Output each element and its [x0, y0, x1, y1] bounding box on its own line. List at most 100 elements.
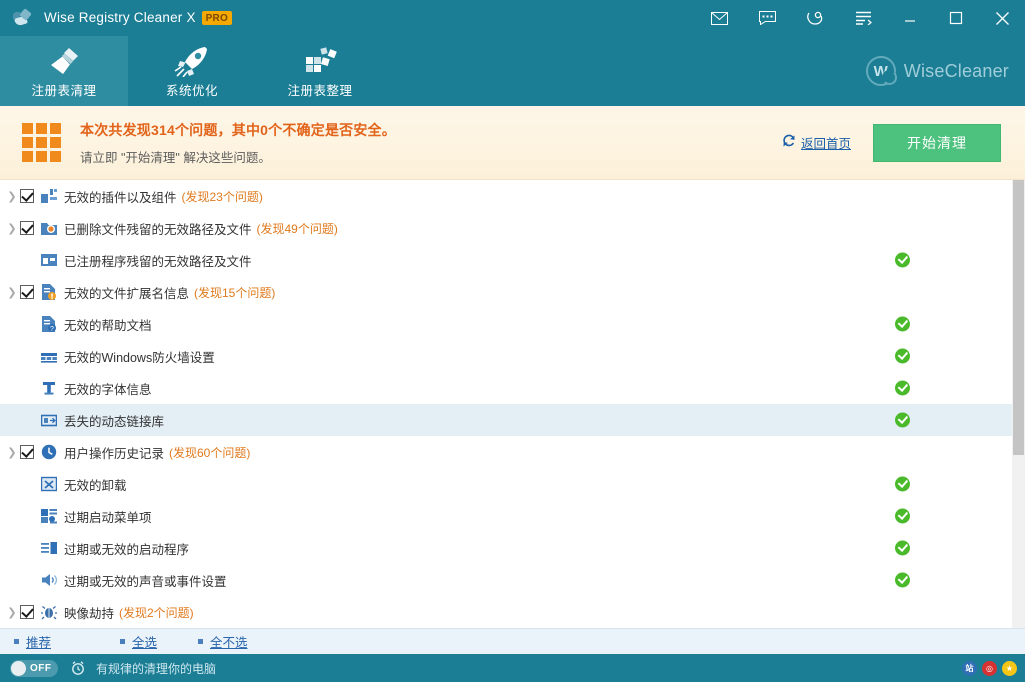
- row-issue-count: (发现23个问题): [182, 188, 263, 205]
- wisecleaner-name: WiseCleaner: [904, 61, 1009, 82]
- chevron-right-icon[interactable]: ❯: [4, 606, 20, 619]
- issue-row[interactable]: ❯无效的插件以及组件(发现23个问题): [0, 180, 1012, 212]
- font-icon: [41, 380, 57, 396]
- banner-subtitle: 请立即 "开始清理" 解决这些问题。: [80, 147, 396, 166]
- tray-icon-star[interactable]: ★: [1002, 661, 1017, 676]
- history-clock-icon: [41, 444, 57, 460]
- tab-registry-cleaner[interactable]: 注册表清理: [0, 36, 128, 106]
- issue-row[interactable]: ❯ 已删除文件残留的无效路径及文件 (发现49个问题): [0, 212, 1012, 244]
- row-checkbox[interactable]: [20, 285, 34, 299]
- issue-row[interactable]: ❯过期或无效的声音或事件设置: [0, 564, 1012, 596]
- back-to-home-link[interactable]: 返回首页: [782, 133, 851, 152]
- startup-icon: [41, 540, 57, 556]
- chevron-placeholder: ❯: [4, 350, 20, 363]
- chevron-placeholder: ❯: [4, 382, 20, 395]
- deleted-file-icon: [41, 220, 57, 236]
- support-icon[interactable]: [791, 0, 839, 36]
- row-checkbox[interactable]: [20, 221, 34, 235]
- titlebar-actions: [695, 0, 1025, 36]
- plugin-icon: [41, 188, 57, 204]
- chevron-right-icon[interactable]: ❯: [4, 222, 20, 235]
- app-logo-icon: [12, 8, 32, 28]
- mail-icon[interactable]: [695, 0, 743, 36]
- start-clean-button[interactable]: 开始清理: [873, 124, 1001, 162]
- issue-row[interactable]: ❯ 已注册程序残留的无效路径及文件: [0, 244, 1012, 276]
- list-scrollbar[interactable]: [1012, 180, 1025, 628]
- application-window: Wise Registry Cleaner XPRO: [0, 0, 1025, 682]
- title-bar: Wise Registry Cleaner XPRO: [0, 0, 1025, 36]
- tab-label: 注册表清理: [31, 80, 96, 99]
- row-label: 无效的帮助文档: [64, 315, 152, 334]
- row-label: 已删除文件残留的无效路径及文件: [64, 219, 252, 238]
- dll-icon: [41, 412, 57, 428]
- row-checkbox[interactable]: [20, 445, 34, 459]
- menu-icon[interactable]: [839, 0, 887, 36]
- blocks-icon: [301, 43, 339, 77]
- sound-icon: [41, 572, 57, 588]
- wisecleaner-mark-icon: W: [866, 56, 896, 86]
- help-doc-icon: ?: [41, 316, 57, 332]
- scrollbar-thumb[interactable]: [1013, 180, 1024, 455]
- firewall-icon: [41, 348, 57, 364]
- chevron-placeholder: ❯: [4, 318, 20, 331]
- scan-result-banner: 本次共发现314个问题，其中0个不确定是否安全。 请立即 "开始清理" 解决这些…: [0, 106, 1025, 180]
- issue-row[interactable]: ❯? 无效的帮助文档: [0, 308, 1012, 340]
- issue-row[interactable]: ❯过期启动菜单项: [0, 500, 1012, 532]
- row-issue-count: (发现15个问题): [194, 284, 275, 301]
- issue-row[interactable]: ❯过期或无效的启动程序: [0, 532, 1012, 564]
- chevron-right-icon[interactable]: ❯: [4, 286, 20, 299]
- tab-system-optimize[interactable]: 系统优化: [128, 36, 256, 106]
- tab-bar: 注册表清理 系统优化: [0, 36, 1025, 106]
- issue-row[interactable]: ❯用户操作历史记录(发现60个问题): [0, 436, 1012, 468]
- issue-row[interactable]: ❯ 映像劫持 (发现2个问题): [0, 596, 1012, 628]
- bullet-icon: [14, 639, 19, 644]
- issues-list: ❯无效的插件以及组件(发现23个问题)❯已删除文件残留的无效路径及文件(发现49…: [0, 180, 1012, 628]
- issue-row[interactable]: ❯ 无效的文件扩展名信息 (发现15个问题): [0, 276, 1012, 308]
- minimize-button[interactable]: [887, 0, 933, 36]
- row-status-check-icon: [895, 509, 910, 524]
- banner-actions: 返回首页 开始清理: [782, 124, 1009, 162]
- orange-grid-icon: [22, 123, 62, 163]
- selection-links-bar: 推荐 全选 全不选: [0, 628, 1025, 654]
- row-label: 已注册程序残留的无效路径及文件: [64, 251, 252, 270]
- chevron-placeholder: ❯: [4, 542, 20, 555]
- chevron-right-icon[interactable]: ❯: [4, 446, 20, 459]
- issue-row[interactable]: ❯无效的Windows防火墙设置: [0, 340, 1012, 372]
- app-title: Wise Registry Cleaner XPRO: [44, 10, 232, 26]
- maximize-button[interactable]: [933, 0, 979, 36]
- schedule-toggle[interactable]: OFF: [10, 660, 58, 677]
- rocket-icon: [173, 43, 211, 77]
- tab-registry-defrag[interactable]: 注册表整理: [256, 36, 384, 106]
- banner-title: 本次共发现314个问题，其中0个不确定是否安全。: [80, 120, 396, 140]
- issue-row[interactable]: ❯ 无效的字体信息: [0, 372, 1012, 404]
- row-issue-count: (发现60个问题): [169, 444, 250, 461]
- banner-text: 本次共发现314个问题，其中0个不确定是否安全。 请立即 "开始清理" 解决这些…: [80, 120, 396, 166]
- row-checkbox[interactable]: [20, 605, 34, 619]
- row-label: 过期启动菜单项: [64, 507, 152, 526]
- tray-icon-blue[interactable]: 站: [962, 661, 977, 676]
- row-label: 映像劫持: [64, 603, 114, 622]
- chevron-right-icon[interactable]: ❯: [4, 190, 20, 203]
- row-issue-count: (发现2个问题): [119, 604, 194, 621]
- refresh-icon: [782, 134, 796, 151]
- tray-icon-red[interactable]: ◎: [982, 661, 997, 676]
- link-select-all[interactable]: 全选: [120, 632, 198, 651]
- issue-row[interactable]: ❯无效的卸载: [0, 468, 1012, 500]
- row-status-check-icon: [895, 349, 910, 364]
- status-bar: OFF 有规律的清理你的电脑 站 ◎ ★: [0, 654, 1025, 682]
- feedback-icon[interactable]: [743, 0, 791, 36]
- issue-row[interactable]: ❯丢失的动态链接库: [0, 404, 1012, 436]
- close-button[interactable]: [979, 0, 1025, 36]
- alarm-clock-icon[interactable]: [70, 660, 86, 676]
- row-checkbox[interactable]: [20, 189, 34, 203]
- startmenu-icon: [41, 508, 57, 524]
- link-select-none[interactable]: 全不选: [198, 632, 248, 651]
- row-status-check-icon: [895, 541, 910, 556]
- row-label: 无效的字体信息: [64, 379, 152, 398]
- program-icon: [41, 252, 57, 268]
- chevron-placeholder: ❯: [4, 574, 20, 587]
- chevron-placeholder: ❯: [4, 254, 20, 267]
- row-issue-count: (发现49个问题): [257, 220, 338, 237]
- link-recommended[interactable]: 推荐: [14, 632, 120, 651]
- row-label: 无效的文件扩展名信息: [64, 283, 189, 302]
